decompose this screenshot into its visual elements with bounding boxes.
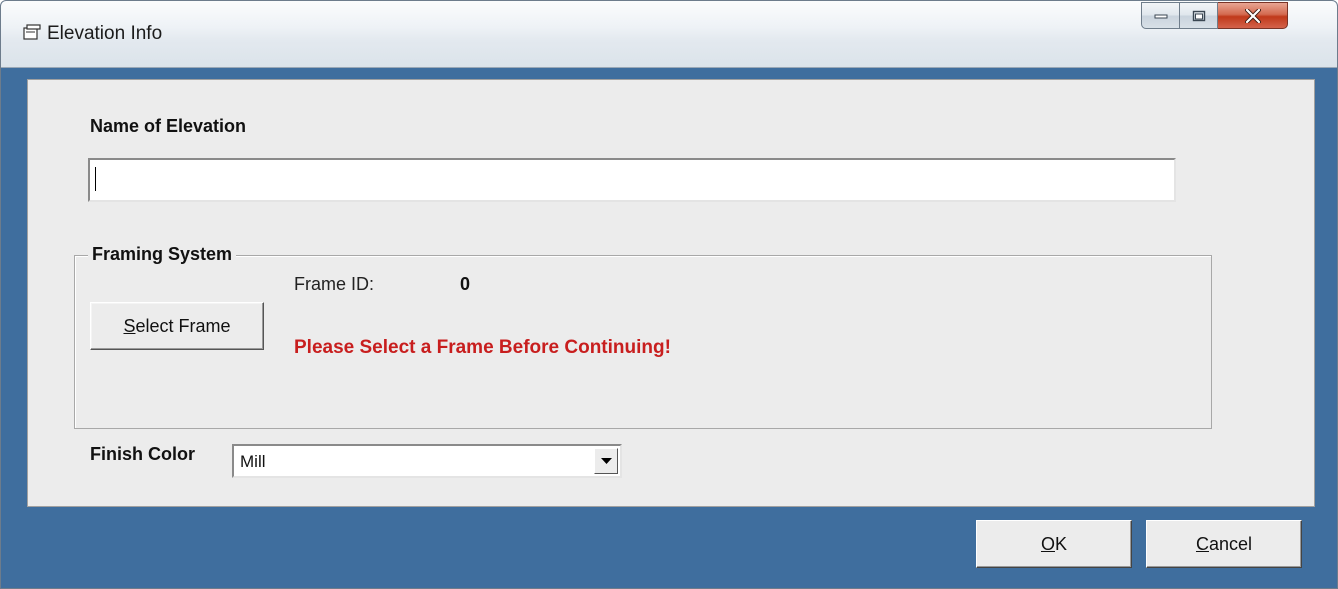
finish-color-label: Finish Color	[90, 444, 195, 464]
minimize-icon	[1154, 14, 1167, 18]
maximize-button[interactable]	[1180, 2, 1218, 29]
frame-id-value: 0	[460, 274, 471, 294]
ok-button[interactable]: OK	[976, 520, 1132, 568]
close-icon	[1244, 8, 1261, 23]
dialog-client-area: Name of Elevation Framing System Frame I…	[27, 79, 1315, 507]
minimize-button[interactable]	[1141, 2, 1180, 29]
elevation-name-input[interactable]	[88, 158, 1176, 202]
finish-color-value: Mill	[240, 452, 266, 471]
cancel-button[interactable]: Cancel	[1146, 520, 1302, 568]
window-title: Elevation Info	[47, 23, 163, 44]
caption-buttons	[1141, 2, 1317, 30]
cancel-mnemonic: C	[1195, 533, 1209, 554]
framing-system-label: Framing System	[88, 244, 237, 265]
finish-color-dropdown[interactable]: Mill	[232, 444, 622, 478]
ok-label: K	[1055, 533, 1068, 554]
name-of-elevation-label: Name of Elevation	[90, 116, 247, 136]
select-frame-label: elect Frame	[135, 315, 231, 336]
title-bar[interactable]: Elevation Info	[1, 1, 1337, 68]
select-frame-warning: Please Select a Frame Before Continuing!	[294, 337, 671, 358]
cancel-label: ancel	[1208, 533, 1253, 554]
frame-id-label: Frame ID:	[294, 274, 375, 294]
elevation-info-window: Elevation Info Name of Elevation Framing…	[0, 0, 1338, 589]
text-caret	[95, 167, 96, 191]
select-frame-button[interactable]: Select Frame	[90, 302, 264, 350]
close-button[interactable]	[1218, 2, 1288, 29]
select-frame-mnemonic: S	[123, 315, 136, 336]
window-app-icon	[23, 24, 41, 40]
chevron-down-icon	[601, 458, 612, 464]
maximize-icon	[1192, 10, 1205, 21]
ok-mnemonic: O	[1040, 533, 1055, 554]
dropdown-button[interactable]	[594, 448, 618, 474]
